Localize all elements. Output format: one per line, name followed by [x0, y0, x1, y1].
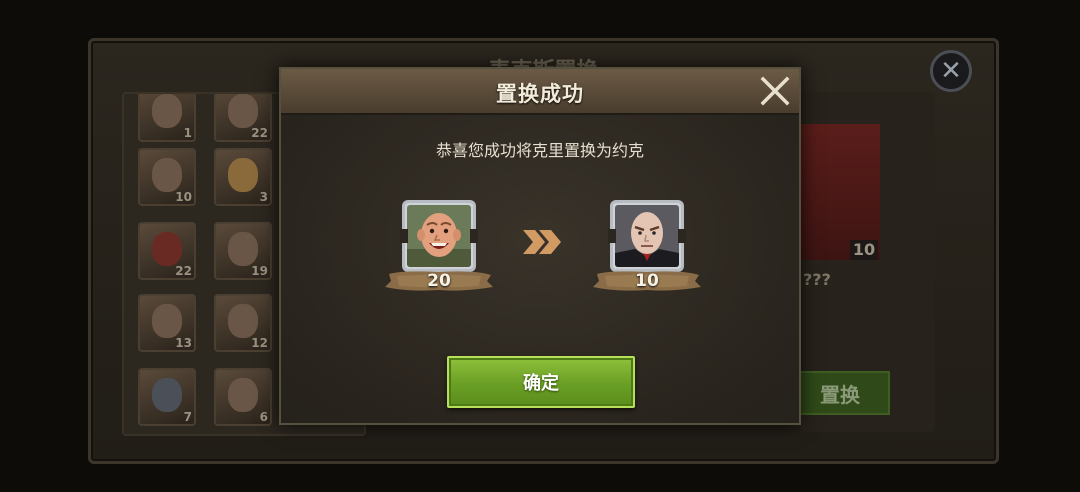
- dialog-title: 置换成功: [496, 82, 584, 106]
- bald-serious-man-portrait-icon: [615, 205, 679, 267]
- hero-level: 1: [183, 126, 192, 140]
- dialog-header: 置换成功: [281, 69, 799, 115]
- selected-hero-name: ???: [803, 270, 831, 289]
- hero-level: 12: [251, 336, 268, 350]
- hero-level: 19: [251, 264, 268, 278]
- hero-list-item[interactable]: 1: [138, 94, 196, 142]
- from-hero-level: 20: [427, 271, 451, 291]
- confirm-button[interactable]: 确定: [447, 356, 635, 408]
- hero-list-item[interactable]: 12: [214, 294, 272, 352]
- hero-list-item[interactable]: 10: [138, 148, 196, 206]
- hero-list-item[interactable]: 6: [214, 368, 272, 426]
- card-notch: [400, 229, 408, 243]
- from-hero-level-ribbon: 20: [383, 270, 495, 292]
- background-replace-button[interactable]: 置换: [790, 371, 890, 415]
- from-hero-card: [400, 200, 478, 272]
- hero-level: 7: [183, 410, 192, 424]
- double-chevron-right-icon: [521, 228, 565, 256]
- bald-smiling-man-portrait-icon: [407, 205, 471, 267]
- hero-list-item[interactable]: 13: [138, 294, 196, 352]
- replace-success-dialog: 置换成功 恭喜您成功将克里置换为约克 20 10 确定: [279, 67, 801, 425]
- hero-list-item[interactable]: 7: [138, 368, 196, 426]
- selected-hero-level: 10: [850, 240, 878, 260]
- background-replace-label: 置换: [820, 382, 860, 407]
- background-close-button[interactable]: ✕: [930, 50, 972, 92]
- hero-level: 3: [259, 190, 268, 204]
- to-hero-level-ribbon: 10: [591, 270, 703, 292]
- hero-list-item[interactable]: 22: [214, 94, 272, 142]
- hero-list-item[interactable]: 19: [214, 222, 272, 280]
- hero-list-item[interactable]: 3: [214, 148, 272, 206]
- close-icon[interactable]: [759, 75, 791, 107]
- hero-level: 22: [251, 126, 268, 140]
- hero-level: 13: [175, 336, 192, 350]
- to-hero-level: 10: [635, 271, 659, 291]
- card-notch: [608, 229, 616, 243]
- card-notch: [678, 229, 686, 243]
- confirm-button-label: 确定: [523, 373, 559, 394]
- hero-list-item[interactable]: 22: [138, 222, 196, 280]
- success-message: 恭喜您成功将克里置换为约克: [435, 141, 644, 160]
- hero-level: 6: [259, 410, 268, 424]
- dialog-body: 恭喜您成功将克里置换为约克 20 10 确定: [281, 115, 799, 423]
- to-hero-card: [608, 200, 686, 272]
- hero-level: 10: [175, 190, 192, 204]
- hero-level: 22: [175, 264, 192, 278]
- card-notch: [470, 229, 478, 243]
